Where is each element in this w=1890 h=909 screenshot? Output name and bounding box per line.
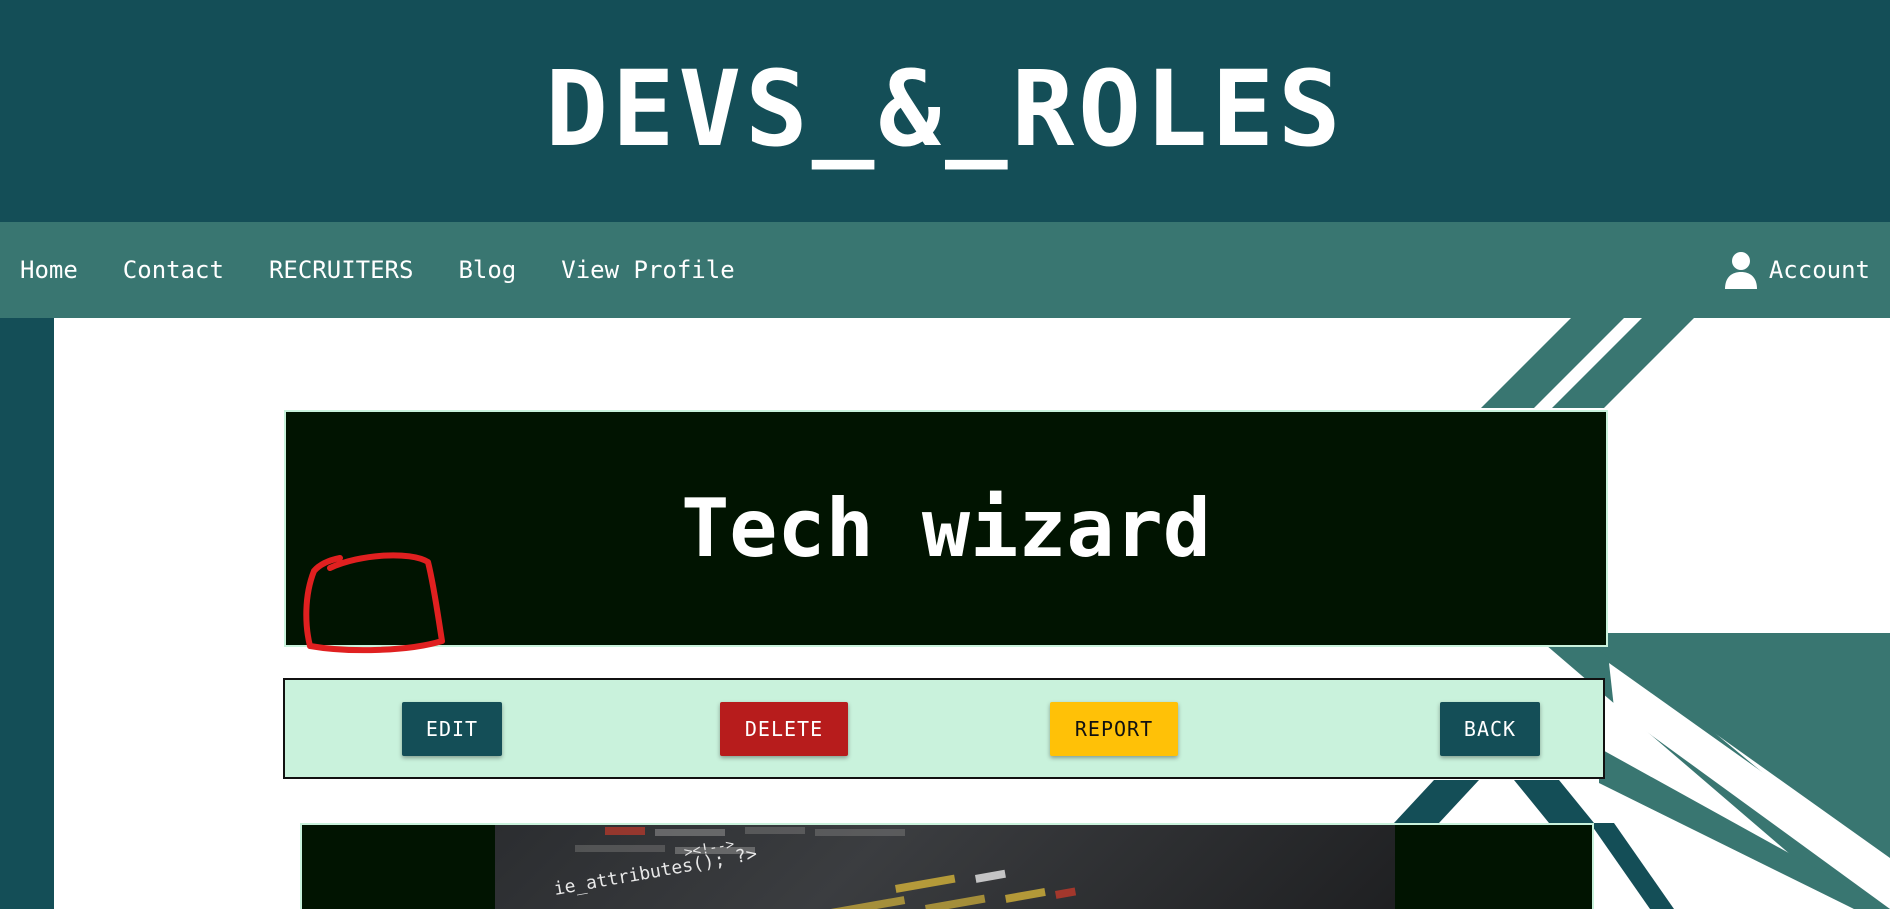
nav-link-recruiters[interactable]: RECRUITERS bbox=[269, 256, 414, 284]
post-image-card: ><!--> ie_attributes(); ?> bbox=[300, 823, 1594, 909]
site-header: DEVS_&_ROLES bbox=[0, 0, 1890, 222]
account-label: Account bbox=[1768, 256, 1870, 284]
site-title: DEVS_&_ROLES bbox=[545, 48, 1345, 170]
nav-link-view-profile[interactable]: View Profile bbox=[561, 256, 734, 284]
delete-button[interactable]: DELETE bbox=[720, 702, 848, 756]
nav-links: Home Contact RECRUITERS Blog View Profil… bbox=[20, 222, 780, 318]
code-screenshot-image: ><!--> ie_attributes(); ?> bbox=[495, 825, 1395, 909]
user-icon bbox=[1724, 252, 1757, 289]
annotation-circle-highlight bbox=[303, 552, 445, 654]
nav-link-contact[interactable]: Contact bbox=[123, 256, 224, 284]
nav-link-blog[interactable]: Blog bbox=[458, 256, 516, 284]
main-nav: Home Contact RECRUITERS Blog View Profil… bbox=[0, 222, 1890, 318]
hero-title: Tech wizard bbox=[681, 482, 1211, 575]
nav-link-home[interactable]: Home bbox=[20, 256, 78, 284]
back-button[interactable]: BACK bbox=[1440, 702, 1540, 756]
hero-banner: Tech wizard bbox=[284, 410, 1608, 647]
edit-button[interactable]: EDIT bbox=[402, 702, 502, 756]
action-bar: EDIT DELETE REPORT BACK bbox=[283, 678, 1605, 779]
report-button[interactable]: REPORT bbox=[1050, 702, 1178, 756]
code-lines-graphic: ><!--> ie_attributes(); ?> bbox=[552, 827, 1077, 909]
account-menu[interactable]: Account bbox=[1724, 222, 1870, 318]
